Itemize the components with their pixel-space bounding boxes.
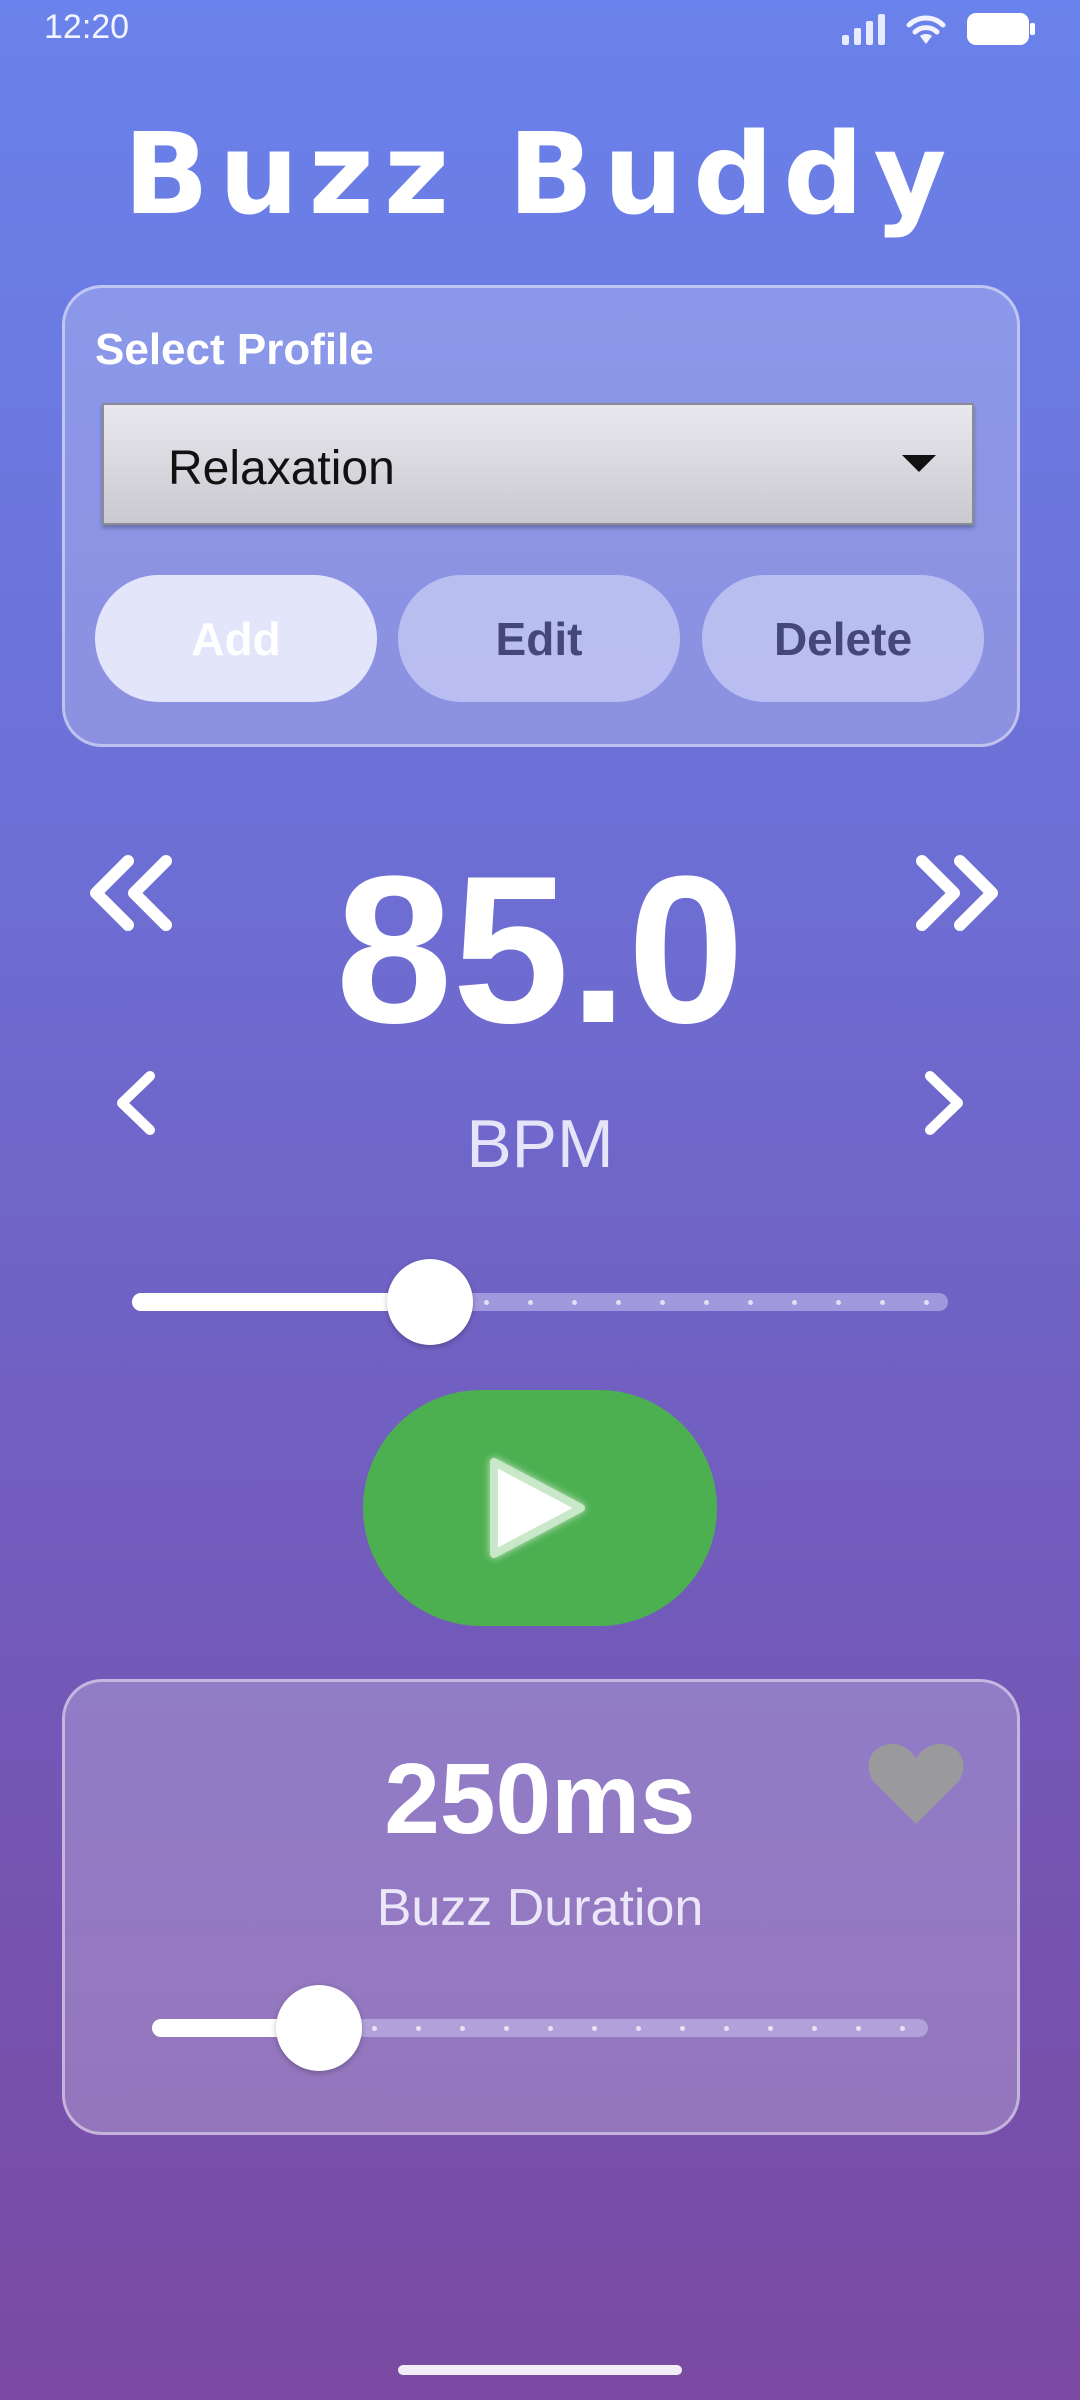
slider-tick [660,1300,665,1305]
status-icons [840,12,1036,46]
delete-profile-button[interactable]: Delete [702,575,984,702]
slider-tick [768,2026,773,2031]
slider-tick [308,1300,313,1305]
home-indicator [398,2365,682,2375]
signal-icon [842,14,885,45]
play-icon [490,1458,585,1558]
slider-tick [264,1300,269,1305]
wifi-icon [906,15,946,44]
edit-profile-button[interactable]: Edit [398,575,680,702]
slider-tick [924,1300,929,1305]
slider-tick [196,2026,201,2031]
play-button[interactable] [363,1390,717,1626]
slider-tick [592,2026,597,2031]
slider-tick [636,2026,641,2031]
slider-tick [372,2026,377,2031]
slider-tick [812,2026,817,2031]
slider-tick [792,1300,797,1305]
app-title: Buzz Buddy [123,110,957,240]
slider-tick [572,1300,577,1305]
status-time: 12:20 [44,8,130,46]
battery-icon [967,13,1035,45]
profile-dropdown-value: Relaxation [168,442,395,495]
slider-tick [484,1300,489,1305]
slider-tick [176,1300,181,1305]
duration-label: Buzz Duration [376,1879,704,1937]
bpm-value: 85.0 [335,832,745,1067]
duration-slider-thumb[interactable] [276,1985,362,2071]
slider-tick [748,1300,753,1305]
slider-tick [240,2026,245,2031]
profile-dropdown[interactable]: Relaxation [102,403,974,525]
slider-tick [416,2026,421,2031]
slider-tick [724,2026,729,2031]
slider-tick [528,1300,533,1305]
profile-label: Select Profile [95,325,374,374]
bpm-slider[interactable] [132,1259,948,1345]
slider-tick [352,1300,357,1305]
slider-tick [548,2026,553,2031]
dropdown-caret-icon [902,455,936,472]
duration-slider[interactable] [152,1985,928,2071]
slider-tick [856,2026,861,2031]
slider-tick [836,1300,841,1305]
slider-tick [504,2026,509,2031]
slider-tick [220,1300,225,1305]
slider-tick [460,2026,465,2031]
bpm-slider-thumb[interactable] [387,1259,473,1345]
slider-tick [704,1300,709,1305]
slider-tick [900,2026,905,2031]
slider-tick [880,1300,885,1305]
heart-icon[interactable] [866,1740,966,1831]
bpm-unit-label: BPM [466,1106,614,1182]
slider-tick [616,1300,621,1305]
add-profile-button[interactable]: Add [95,575,377,702]
slider-tick [680,2026,685,2031]
